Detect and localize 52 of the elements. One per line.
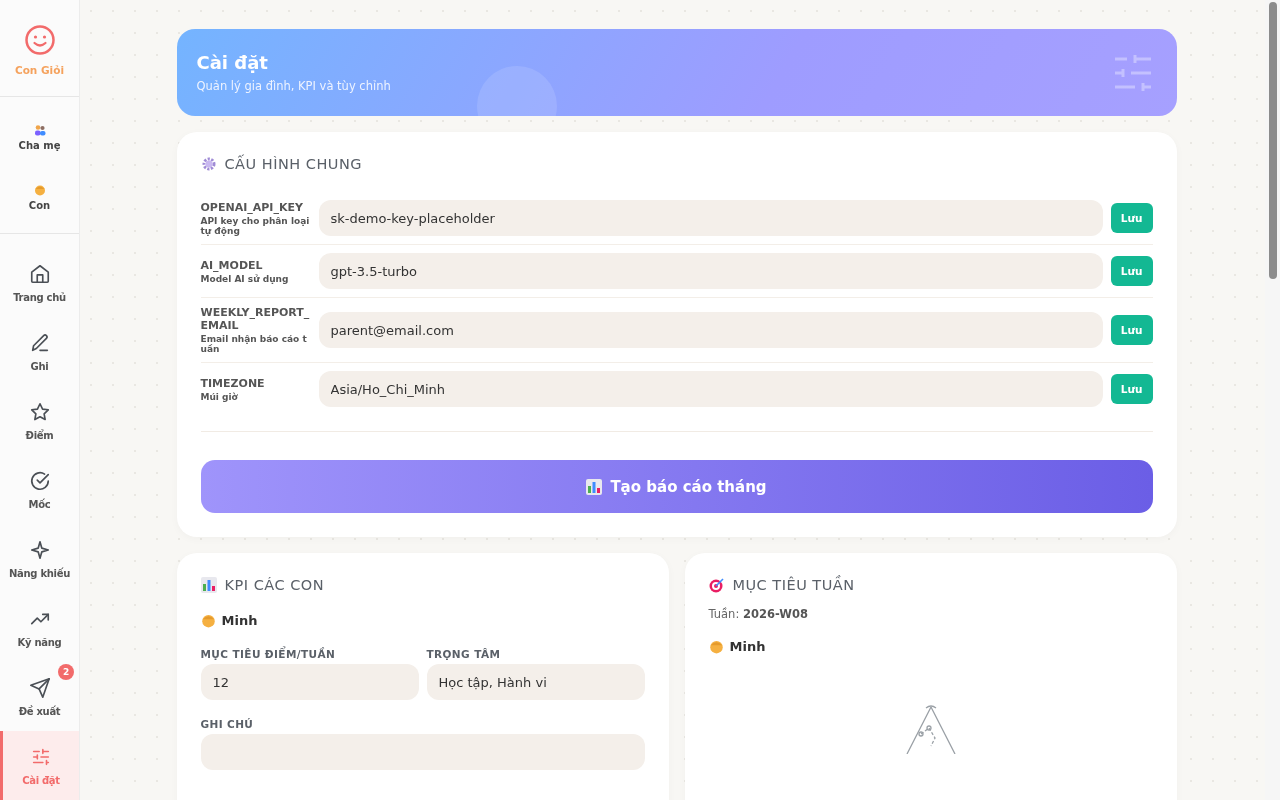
setting-input[interactable]: sk-demo-key-placeholder [318, 200, 1103, 236]
setting-input[interactable]: gpt-3.5-turbo [318, 253, 1103, 289]
setting-key: WEEKLY_REPORT_EMAIL [200, 306, 311, 332]
page-subtitle: Quản lý gia đình, KPI và tùy chỉnh [196, 79, 391, 93]
child-avatar-icon [708, 639, 724, 654]
section-title: CẤU HÌNH CHUNG [224, 156, 363, 172]
setting-description: Model AI sử dụng [200, 273, 290, 284]
star-icon [28, 400, 51, 423]
nav-item[interactable]: Trang chủ [0, 248, 79, 317]
report-button[interactable]: Tạo báo cáo tháng [200, 460, 1153, 513]
nav-item[interactable]: Kỹ năng [0, 593, 79, 662]
profile-button[interactable]: Con [0, 167, 79, 227]
setting-description: Email nhận báo cáo tuần [200, 334, 308, 354]
paper-plane-icon [28, 676, 51, 699]
nav-item[interactable]: Năng khiếu [0, 524, 79, 593]
setting-key: OPENAI_API_KEY [200, 200, 311, 214]
section-title: KPI CÁC CON [224, 577, 325, 593]
target-icon [708, 577, 725, 593]
nav-item[interactable]: Ghi [0, 317, 79, 386]
setting-key: TIMEZONE [200, 376, 311, 390]
setting-key: AI_MODEL [200, 258, 311, 272]
setting-input[interactable]: parent@email.com [318, 312, 1103, 348]
people-icon [33, 123, 46, 136]
sparkle-icon [28, 538, 51, 561]
setting-input[interactable]: Asia/Ho_Chi_Minh [318, 371, 1103, 407]
field-label: GHI CHÚ [200, 718, 255, 730]
field-label: MỤC TIÊU ĐIỂM/TUẦN [200, 648, 337, 660]
setting-description: Múi giờ [200, 391, 239, 402]
smiley-icon [23, 24, 56, 56]
page-title: Cài đặt [196, 52, 269, 73]
check-circle-icon [28, 469, 51, 492]
nav-item[interactable]: Điểm [0, 386, 79, 455]
kpi-input[interactable]: Học tập, Hành vi [426, 664, 645, 700]
bar-chart-icon [586, 478, 603, 495]
bar-chart-icon [200, 577, 217, 593]
setting-description: API key cho phân loại tự động [200, 215, 311, 236]
brand-name: Con Giỏi [14, 64, 65, 76]
child-avatar-icon [33, 183, 46, 196]
notification-badge: 2 [58, 664, 74, 680]
kpi-input[interactable]: 12 [200, 664, 419, 700]
field-label: TRỌNG TÂM [426, 648, 502, 660]
nav-item[interactable]: Mốc [0, 455, 79, 524]
profile-button[interactable]: Cha mẹ [0, 107, 79, 167]
nav-item[interactable]: Đề xuất 2 [0, 662, 79, 731]
gear-icon [200, 156, 217, 172]
sliders-icon [1112, 54, 1153, 91]
section-title: MỤC TIÊU TUẦN [732, 577, 855, 593]
week-label: Tuần: 2026-W08 [708, 607, 809, 621]
child-name: Minh [729, 639, 766, 654]
child-name: Minh [221, 613, 258, 628]
child-avatar-icon [200, 613, 216, 628]
house-icon [28, 262, 51, 285]
